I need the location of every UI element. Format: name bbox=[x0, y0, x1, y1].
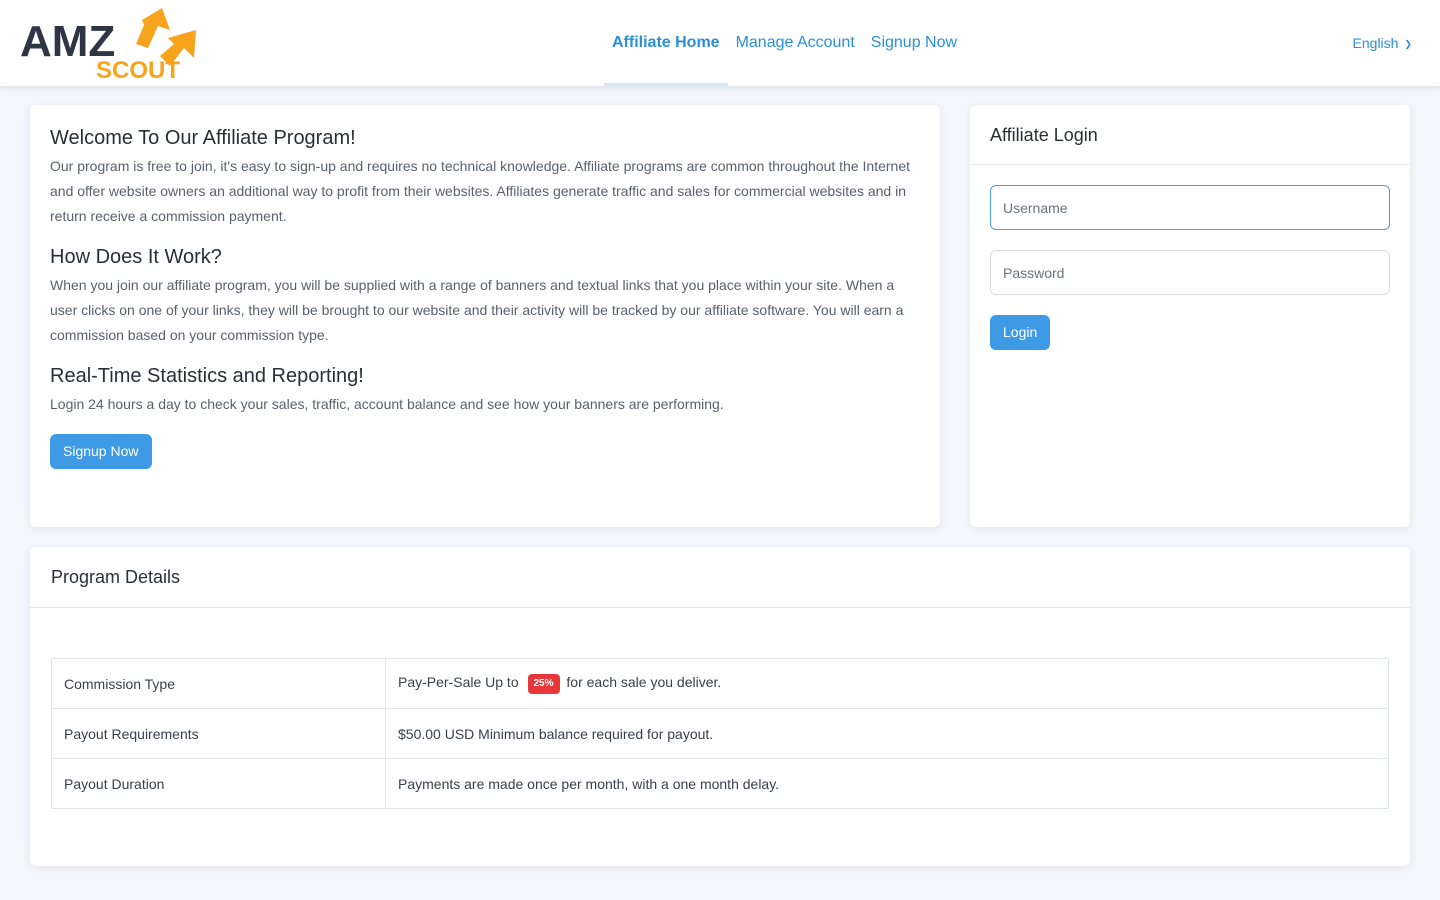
login-button[interactable]: Login bbox=[990, 315, 1051, 350]
password-input[interactable] bbox=[990, 250, 1390, 295]
table-row: Commission Type Pay-Per-Sale Up to 25% f… bbox=[51, 658, 1389, 709]
program-details-table: Commission Type Pay-Per-Sale Up to 25% f… bbox=[51, 658, 1389, 809]
nav-affiliate-home[interactable]: Affiliate Home bbox=[604, 0, 728, 86]
commission-pre-text: Pay-Per-Sale Up to bbox=[398, 673, 519, 690]
table-row: Payout Duration Payments are made once p… bbox=[51, 758, 1389, 809]
main-nav: Affiliate Home Manage Account Signup Now bbox=[604, 0, 965, 86]
nav-signup-now[interactable]: Signup Now bbox=[863, 0, 965, 86]
language-selector[interactable]: English ❯ bbox=[1353, 0, 1412, 86]
signup-button[interactable]: Signup Now bbox=[50, 434, 152, 469]
username-input[interactable] bbox=[990, 185, 1390, 230]
welcome-title: Welcome To Our Affiliate Program! bbox=[50, 127, 356, 149]
statistics-title: Real-Time Statistics and Reporting! bbox=[50, 365, 364, 387]
welcome-card: Welcome To Our Affiliate Program! Our pr… bbox=[30, 105, 940, 527]
login-form: Login bbox=[970, 165, 1410, 370]
commission-post-text: for each sale you deliver. bbox=[566, 673, 722, 690]
how-it-works-text: When you join our affiliate program, you… bbox=[50, 277, 904, 343]
program-details-card: Program Details Commission Type Pay-Per-… bbox=[30, 547, 1410, 866]
payout-duration-label: Payout Duration bbox=[51, 758, 386, 809]
affiliate-login-card: Affiliate Login Login bbox=[970, 105, 1410, 527]
nav-manage-account[interactable]: Manage Account bbox=[728, 0, 863, 86]
logo-text-bottom: SCOUT bbox=[96, 57, 180, 78]
program-details-title: Program Details bbox=[30, 547, 1410, 608]
how-it-works-title: How Does It Work? bbox=[50, 246, 222, 268]
chevron-down-icon: ❯ bbox=[1404, 39, 1412, 49]
login-title: Affiliate Login bbox=[970, 105, 1410, 165]
top-header: AMZ SCOUT Affiliate Home Manage Account … bbox=[0, 0, 1440, 86]
logo-arrow-shape bbox=[136, 8, 170, 48]
payout-requirements-value: $50.00 USD Minimum balance required for … bbox=[385, 708, 1389, 759]
payout-requirements-label: Payout Requirements bbox=[51, 708, 386, 759]
statistics-text: Login 24 hours a day to check your sales… bbox=[50, 396, 724, 412]
commission-type-value: Pay-Per-Sale Up to 25% for each sale you… bbox=[385, 658, 1389, 709]
welcome-text: Our program is free to join, it's easy t… bbox=[50, 158, 910, 224]
commission-type-label: Commission Type bbox=[51, 658, 386, 709]
payout-duration-value: Payments are made once per month, with a… bbox=[385, 758, 1389, 809]
commission-rate-badge: 25% bbox=[527, 673, 560, 694]
language-label: English bbox=[1352, 35, 1399, 51]
amzscout-logo[interactable]: AMZ SCOUT bbox=[20, 8, 200, 78]
table-row: Payout Requirements $50.00 USD Minimum b… bbox=[51, 708, 1389, 759]
